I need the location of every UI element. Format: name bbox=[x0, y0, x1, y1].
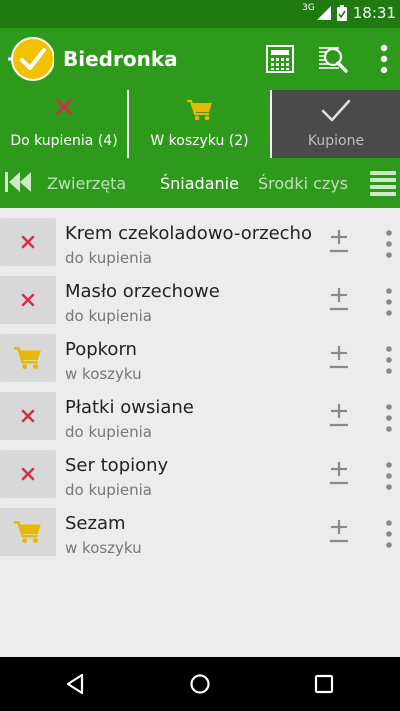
recents-button[interactable] bbox=[309, 669, 339, 699]
item-name: Popkorn bbox=[65, 339, 137, 360]
list-item[interactable]: Popkorn w koszyku bbox=[0, 329, 400, 387]
item-more-icon[interactable] bbox=[382, 519, 396, 549]
cross-icon bbox=[21, 467, 35, 481]
back-button[interactable] bbox=[60, 669, 90, 699]
plus-minus-icon[interactable] bbox=[326, 227, 352, 259]
cart-icon bbox=[186, 99, 212, 121]
item-status: w koszyku bbox=[65, 539, 142, 557]
list-item[interactable]: Sezam w koszyku bbox=[0, 503, 400, 561]
tab-kupione-label: Kupione bbox=[307, 133, 365, 149]
plus-minus-icon[interactable] bbox=[326, 401, 352, 433]
plus-minus-icon[interactable] bbox=[326, 459, 352, 491]
app-title: Biedronka bbox=[63, 47, 178, 71]
back-icon bbox=[66, 673, 84, 695]
item-status-toggle[interactable] bbox=[0, 276, 56, 324]
clock: 18:31 bbox=[352, 4, 396, 22]
cart-icon bbox=[14, 347, 41, 370]
search-list-button[interactable] bbox=[316, 42, 350, 76]
app-bar: Biedronka bbox=[0, 28, 400, 90]
tab-w-koszyku[interactable]: W koszyku (2) bbox=[129, 90, 270, 158]
skip-to-first-icon[interactable] bbox=[4, 170, 32, 194]
item-name: Płatki owsiane bbox=[65, 397, 194, 418]
calculator-icon bbox=[266, 45, 294, 73]
item-status-toggle[interactable] bbox=[0, 218, 56, 266]
status-icons: 3G 18:31 bbox=[302, 3, 396, 22]
cross-icon bbox=[56, 99, 72, 115]
list-item[interactable]: Płatki owsiane do kupienia bbox=[0, 387, 400, 445]
item-name: Masło orzechowe bbox=[65, 281, 220, 302]
item-more-icon[interactable] bbox=[382, 403, 396, 433]
item-status: do kupienia bbox=[65, 307, 152, 325]
status-bar: 3G 18:31 bbox=[0, 0, 400, 28]
home-button[interactable] bbox=[185, 669, 215, 699]
item-more-icon[interactable] bbox=[382, 229, 396, 259]
plus-minus-icon[interactable] bbox=[326, 343, 352, 375]
item-name: Ser topiony bbox=[65, 455, 169, 476]
plus-minus-icon[interactable] bbox=[326, 517, 352, 549]
list-item[interactable]: Krem czekoladowo-orzecho do kupienia bbox=[0, 213, 400, 271]
item-status-toggle[interactable] bbox=[0, 392, 56, 440]
item-status-toggle[interactable] bbox=[0, 334, 56, 382]
status-tabs: Do kupienia (4) W koszyku (2) Kupione bbox=[0, 90, 400, 158]
list-item[interactable]: Ser topiony do kupienia bbox=[0, 445, 400, 503]
item-status-toggle[interactable] bbox=[0, 450, 56, 498]
categories-menu-icon[interactable] bbox=[370, 170, 396, 196]
plus-minus-icon[interactable] bbox=[326, 285, 352, 317]
tab-kupione[interactable]: Kupione bbox=[272, 90, 400, 158]
category-bar: Zwierzęta Śniadanie Środki czys bbox=[0, 158, 400, 208]
overflow-menu-icon bbox=[380, 44, 388, 74]
item-name: Sezam bbox=[65, 513, 126, 534]
item-more-icon[interactable] bbox=[382, 345, 396, 375]
category-sniadanie[interactable]: Śniadanie bbox=[160, 174, 239, 193]
item-status: w koszyku bbox=[65, 365, 142, 383]
cart-icon bbox=[14, 521, 41, 544]
signal-icon bbox=[316, 6, 331, 20]
home-icon bbox=[190, 674, 210, 694]
tab-w-koszyku-label: W koszyku (2) bbox=[150, 133, 249, 149]
cross-icon bbox=[21, 235, 35, 249]
item-status-toggle[interactable] bbox=[0, 508, 56, 556]
tab-do-kupienia[interactable]: Do kupienia (4) bbox=[0, 90, 128, 158]
category-zwierzeta[interactable]: Zwierzęta bbox=[47, 174, 126, 193]
item-name: Krem czekoladowo-orzecho bbox=[65, 223, 312, 244]
check-icon bbox=[321, 99, 351, 122]
tab-do-kupienia-label: Do kupienia (4) bbox=[10, 133, 118, 149]
search-list-icon bbox=[319, 47, 348, 73]
check-logo-icon[interactable] bbox=[8, 36, 54, 82]
system-nav-bar bbox=[0, 657, 400, 711]
item-more-icon[interactable] bbox=[382, 461, 396, 491]
cross-icon bbox=[21, 409, 35, 423]
network-type: 3G bbox=[302, 3, 315, 13]
list-item[interactable]: Masło orzechowe do kupienia bbox=[0, 271, 400, 329]
cross-icon bbox=[21, 293, 35, 307]
recents-icon bbox=[314, 674, 334, 694]
item-status: do kupienia bbox=[65, 423, 152, 441]
category-srodki-czystosci[interactable]: Środki czys bbox=[258, 174, 348, 193]
calculator-button[interactable] bbox=[263, 42, 297, 76]
item-status: do kupienia bbox=[65, 249, 152, 267]
item-status: do kupienia bbox=[65, 481, 152, 499]
overflow-menu-button[interactable] bbox=[367, 42, 400, 76]
item-more-icon[interactable] bbox=[382, 287, 396, 317]
battery-icon bbox=[336, 5, 347, 21]
